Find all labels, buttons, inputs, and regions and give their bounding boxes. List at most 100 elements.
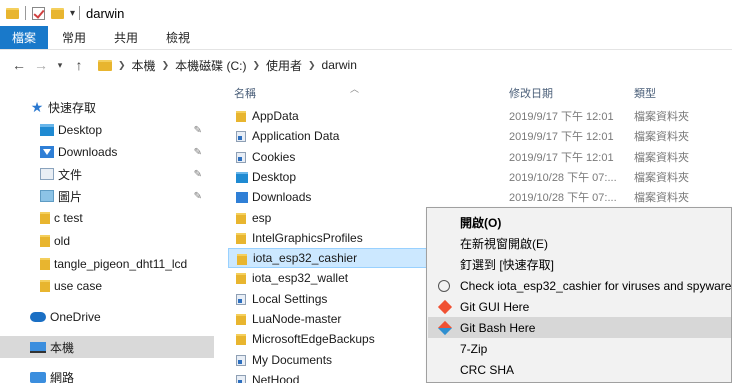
nav-this-pc[interactable]: 本機 (0, 336, 214, 358)
shortcut-folder-icon (236, 374, 246, 383)
chevron-right-icon[interactable]: ❯ (162, 60, 170, 71)
file-date: 2019/9/17 下午 12:01 (509, 131, 614, 144)
file-name: Downloads (252, 190, 312, 205)
table-row[interactable]: Downloads 2019/10/28 下午 07:... 檔案資料夾 (228, 187, 732, 207)
shortcut-folder-icon (236, 293, 246, 305)
menu-item[interactable]: Git Bash Here (428, 317, 731, 338)
folder-icon (40, 235, 50, 247)
pin-icon: ✎ (193, 146, 202, 158)
address-bar: ← → ▾ ↑ ❯ 本機 ❯ 本機磁碟 (C:) ❯ 使用者 ❯ darwin (0, 51, 732, 79)
nav-item-pictures[interactable]: 圖片 ✎ (40, 185, 214, 207)
table-row[interactable]: Desktop 2019/10/28 下午 07:... 檔案資料夾 (228, 167, 732, 187)
menu-item[interactable]: Git GUI Here (428, 296, 731, 317)
pin-icon: ✎ (193, 190, 202, 202)
tab-file[interactable]: 檔案 (0, 26, 49, 49)
nav-item-c-test[interactable]: c test (40, 207, 214, 229)
nav-label: OneDrive (50, 310, 101, 324)
breadcrumb-item[interactable]: 本機 (132, 57, 156, 74)
properties-quick-access-icon[interactable] (32, 6, 45, 20)
nav-item-use-case[interactable]: use case (40, 275, 214, 297)
separator (79, 6, 81, 20)
nav-quick-access[interactable]: ★ 快速存取 (30, 96, 210, 118)
nav-item-downloads[interactable]: Downloads ✎ (40, 141, 214, 163)
pin-icon: ✎ (193, 168, 202, 180)
breadcrumb[interactable]: ❯ 本機 ❯ 本機磁碟 (C:) ❯ 使用者 ❯ darwin (94, 54, 357, 76)
file-name: Desktop (252, 169, 297, 184)
chevron-right-icon[interactable]: ❯ (118, 60, 126, 71)
git-gui-icon (437, 299, 453, 315)
menu-item-label: 在新視窗開啟(E) (460, 237, 548, 251)
new-folder-quick-access-icon[interactable] (51, 7, 64, 19)
nav-label: use case (54, 279, 103, 293)
file-name: MicrosoftEdgeBackups (252, 332, 375, 347)
recent-locations-dropdown[interactable]: ▾ (52, 60, 68, 71)
ribbon-tabs: 檔案 常用 共用 檢視 (0, 26, 732, 50)
column-header-type[interactable]: 類型 (634, 82, 656, 104)
up-button[interactable]: ↑ (68, 57, 90, 73)
table-row[interactable]: Cookies 2019/9/17 下午 12:01 檔案資料夾 (228, 147, 732, 167)
documents-folder-icon (40, 168, 54, 180)
file-date: 2019/10/28 下午 07:... (509, 171, 617, 184)
folder-icon (40, 258, 50, 270)
file-type: 檔案資料夾 (634, 192, 689, 205)
computer-icon (30, 341, 46, 353)
column-header-name[interactable]: 名稱 (234, 82, 256, 104)
nav-item-old[interactable]: old (40, 230, 214, 252)
network-icon (30, 371, 46, 383)
nav-label: Desktop (58, 123, 103, 137)
menu-item-label: 釘選到 [快速存取] (460, 258, 555, 272)
file-date: 2019/9/17 下午 12:01 (509, 151, 614, 164)
menu-item[interactable]: Check iota_esp32_cashier for viruses and… (428, 275, 731, 296)
git-bash-icon (437, 320, 453, 336)
menu-item[interactable]: 7-Zip (428, 338, 731, 359)
back-button[interactable]: ← (8, 57, 30, 73)
menu-item[interactable]: 開啟(O) (428, 212, 731, 233)
menu-item[interactable]: CRC SHA (428, 359, 731, 380)
table-row[interactable]: AppData 2019/9/17 下午 12:01 檔案資料夾 (228, 106, 732, 126)
nav-onedrive[interactable]: OneDrive (30, 306, 214, 328)
context-menu: 開啟(O) 在新視窗開啟(E) 釘選到 [快速存取] Check iota_esp32… (426, 207, 732, 383)
sort-ascending-icon: ︿ (350, 84, 360, 94)
breadcrumb-item[interactable]: darwin (322, 58, 357, 72)
shortcut-folder-icon (236, 354, 246, 366)
menu-item-label: 開啟(O) (460, 216, 502, 230)
nav-item-desktop[interactable]: Desktop ✎ (40, 119, 214, 141)
downloads-folder-icon (40, 146, 54, 158)
nav-network[interactable]: 網路 (30, 366, 214, 383)
breadcrumb-item[interactable]: 本機磁碟 (C:) (175, 57, 246, 74)
menu-item[interactable]: 釘選到 [快速存取] (428, 254, 731, 275)
shortcut-folder-icon (236, 131, 246, 143)
tab-share[interactable]: 共用 (100, 26, 152, 49)
folder-icon (236, 212, 246, 224)
file-type: 檔案資料夾 (634, 111, 689, 123)
chevron-right-icon[interactable]: ❯ (252, 60, 260, 71)
menu-item[interactable]: 在新視窗開啟(E) (428, 233, 731, 254)
shortcut-folder-icon (236, 151, 246, 163)
column-header-date[interactable]: 修改日期 (509, 82, 553, 104)
table-row[interactable]: Application Data 2019/9/17 下午 12:01 檔案資料夾 (228, 126, 732, 146)
file-date: 2019/10/28 下午 07:... (509, 192, 617, 205)
nav-label: c test (54, 211, 83, 225)
nav-label: 文件 (58, 167, 83, 182)
folder-icon (236, 273, 246, 285)
menu-item-label: Check iota_esp32_cashier for viruses and… (460, 278, 732, 293)
nav-label: 網路 (50, 370, 75, 383)
customize-quick-access-dropdown-icon[interactable]: ▾ (70, 8, 75, 19)
tab-view[interactable]: 檢視 (152, 26, 204, 49)
tab-home[interactable]: 常用 (48, 26, 100, 49)
nav-item-tangle-pigeon[interactable]: tangle_pigeon_dht11_lcd (40, 253, 220, 275)
chevron-right-icon[interactable]: ❯ (308, 60, 316, 71)
file-name: Local Settings (252, 291, 328, 306)
forward-button[interactable]: → (30, 57, 52, 73)
desktop-folder-icon (40, 124, 54, 136)
virus-scan-icon (438, 280, 450, 292)
star-icon: ★ (30, 98, 44, 115)
breadcrumb-item[interactable]: 使用者 (266, 57, 302, 74)
nav-item-documents[interactable]: 文件 ✎ (40, 163, 214, 185)
folder-icon (40, 280, 50, 292)
navigation-pane: ★ 快速存取 Desktop ✎ Downloads ✎ 文件 ✎ 圖片 ✎ c… (0, 90, 220, 383)
folder-icon (237, 254, 247, 266)
separator (25, 6, 26, 20)
folder-icon (98, 59, 112, 71)
menu-item-label: CRC SHA (460, 362, 515, 377)
